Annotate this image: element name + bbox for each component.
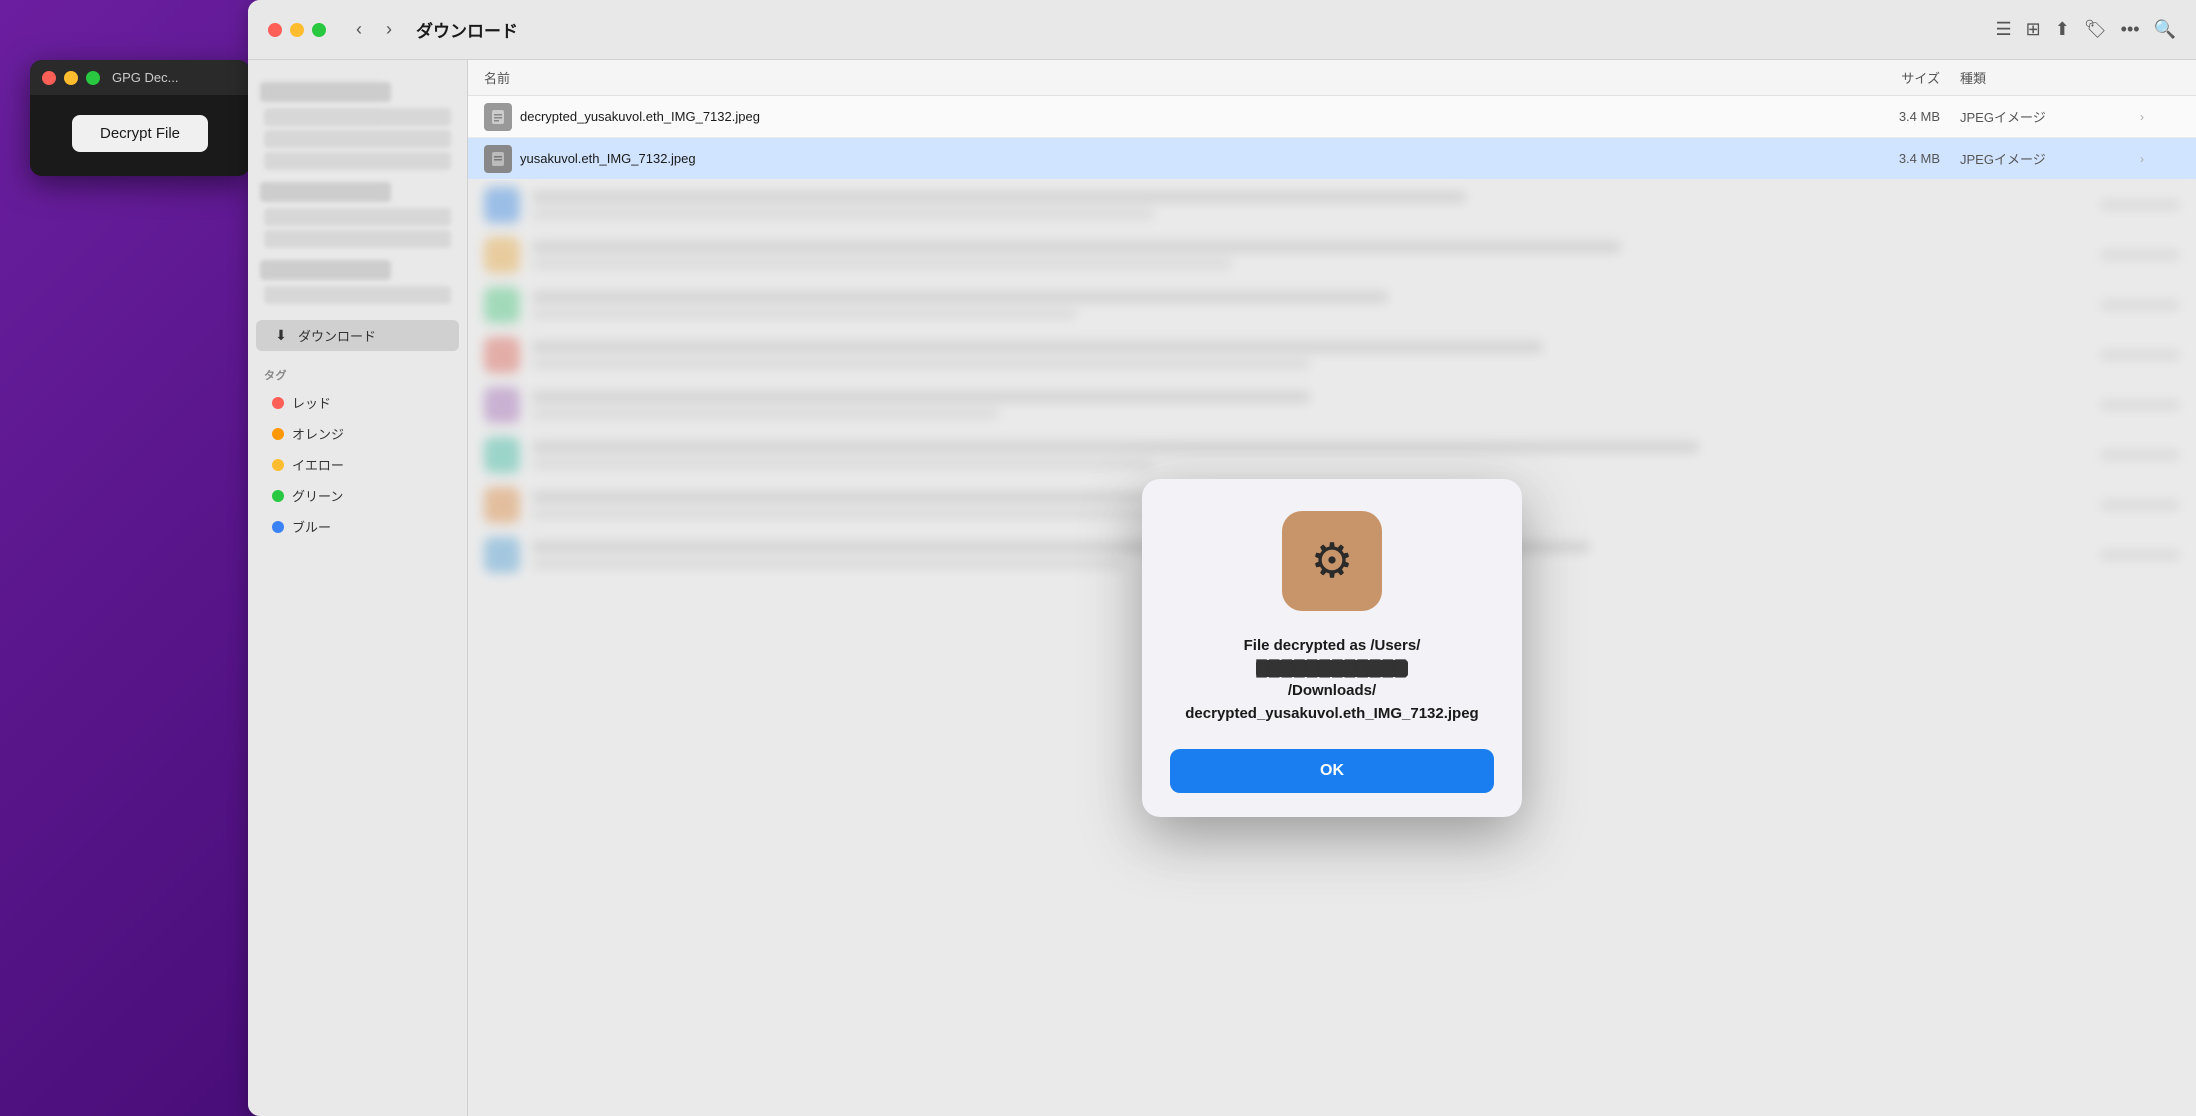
green-tag-label: グリーン	[292, 486, 343, 505]
finder-content: ⬇ ダウンロード タグ レッド オレンジ イエロー グリーン	[248, 60, 2196, 1116]
table-row[interactable]: yusakuvol.eth_IMG_7132.jpeg 3.4 MB JPEGイ…	[468, 138, 2196, 180]
maximize-button[interactable]	[86, 71, 100, 85]
gpg-window: GPG Dec... Decrypt File	[30, 60, 250, 176]
finder-toolbar: ‹ › ダウンロード ☰ ⊞ ⬆ 🏷 ••• 🔍	[248, 0, 2196, 60]
sidebar-item-red[interactable]: レッド	[256, 387, 459, 418]
download-icon: ⬇	[272, 327, 290, 344]
tags-section-label: タグ	[248, 359, 467, 387]
gear-icon: ⚙	[1310, 533, 1353, 589]
gpg-window-title: GPG Dec...	[112, 70, 178, 85]
search-icon[interactable]: 🔍	[2154, 19, 2176, 40]
green-tag-dot	[272, 490, 284, 502]
file-icon-2	[484, 145, 512, 173]
red-tag-dot	[272, 397, 284, 409]
yellow-tag-dot	[272, 459, 284, 471]
file-size-2: 3.4 MB	[1840, 151, 1960, 166]
column-headers: 名前 サイズ 種類	[468, 60, 2196, 96]
forward-button[interactable]: ›	[378, 15, 400, 44]
close-button[interactable]	[42, 71, 56, 85]
grid-view-icon[interactable]: ⊞	[2026, 19, 2041, 40]
file-extra-1: ›	[2140, 110, 2180, 124]
col-header-kind[interactable]: 種類	[1960, 68, 2140, 87]
blue-tag-dot	[272, 521, 284, 533]
finder-maximize-button[interactable]	[312, 23, 326, 37]
finder-nav: ‹ › ダウンロード	[348, 15, 518, 44]
finder-sidebar: ⬇ ダウンロード タグ レッド オレンジ イエロー グリーン	[248, 60, 468, 1116]
share-icon[interactable]: ⬆	[2055, 19, 2070, 40]
finder-title: ダウンロード	[416, 17, 518, 42]
file-icon-1	[484, 103, 512, 131]
red-tag-label: レッド	[292, 393, 331, 412]
yellow-tag-label: イエロー	[292, 455, 344, 474]
file-size-1: 3.4 MB	[1840, 109, 1960, 124]
dialog-icon-wrap: ⚙	[1282, 511, 1382, 611]
minimize-button[interactable]	[64, 71, 78, 85]
more-options-icon[interactable]: •••	[2121, 19, 2140, 40]
decrypt-file-button[interactable]: Decrypt File	[72, 115, 208, 152]
sidebar-item-orange[interactable]: オレンジ	[256, 418, 459, 449]
finder-window: ‹ › ダウンロード ☰ ⊞ ⬆ 🏷 ••• 🔍	[248, 0, 2196, 1116]
finder-traffic-lights	[268, 23, 326, 37]
sidebar-item-green[interactable]: グリーン	[256, 480, 459, 511]
file-name-1: decrypted_yusakuvol.eth_IMG_7132.jpeg	[520, 109, 1840, 124]
dialog-message: File decrypted as /Users/ ████████████ /…	[1185, 635, 1478, 725]
sidebar-item-yellow[interactable]: イエロー	[256, 449, 459, 480]
dialog-overlay: ⚙ File decrypted as /Users/ ████████████…	[468, 180, 2196, 1116]
gpg-body: Decrypt File	[30, 95, 250, 176]
sidebar-downloads-label: ダウンロード	[298, 326, 376, 345]
orange-tag-label: オレンジ	[292, 424, 344, 443]
finder-main: 名前 サイズ 種類 decrypted_yusakuvol.eth_IMG_71…	[468, 60, 2196, 1116]
finder-minimize-button[interactable]	[290, 23, 304, 37]
file-extra-2: ›	[2140, 152, 2180, 166]
list-view-icon[interactable]: ☰	[1995, 19, 2011, 40]
sidebar-item-blue[interactable]: ブルー	[256, 511, 459, 542]
dialog-ok-button[interactable]: OK	[1170, 749, 1494, 793]
file-name-2: yusakuvol.eth_IMG_7132.jpeg	[520, 151, 1840, 166]
gpg-titlebar: GPG Dec...	[30, 60, 250, 95]
col-header-size[interactable]: サイズ	[1840, 68, 1960, 87]
blue-tag-label: ブルー	[292, 517, 331, 536]
file-kind-2: JPEGイメージ	[1960, 149, 2140, 168]
table-row[interactable]: decrypted_yusakuvol.eth_IMG_7132.jpeg 3.…	[468, 96, 2196, 138]
finder-close-button[interactable]	[268, 23, 282, 37]
dialog-box: ⚙ File decrypted as /Users/ ████████████…	[1142, 479, 1522, 817]
file-kind-1: JPEGイメージ	[1960, 107, 2140, 126]
back-button[interactable]: ‹	[348, 15, 370, 44]
orange-tag-dot	[272, 428, 284, 440]
sidebar-item-downloads[interactable]: ⬇ ダウンロード	[256, 320, 459, 351]
col-header-name[interactable]: 名前	[484, 68, 1840, 87]
tag-icon[interactable]: 🏷	[2084, 19, 2107, 40]
finder-toolbar-right: ☰ ⊞ ⬆ 🏷 ••• 🔍	[1995, 19, 2176, 40]
